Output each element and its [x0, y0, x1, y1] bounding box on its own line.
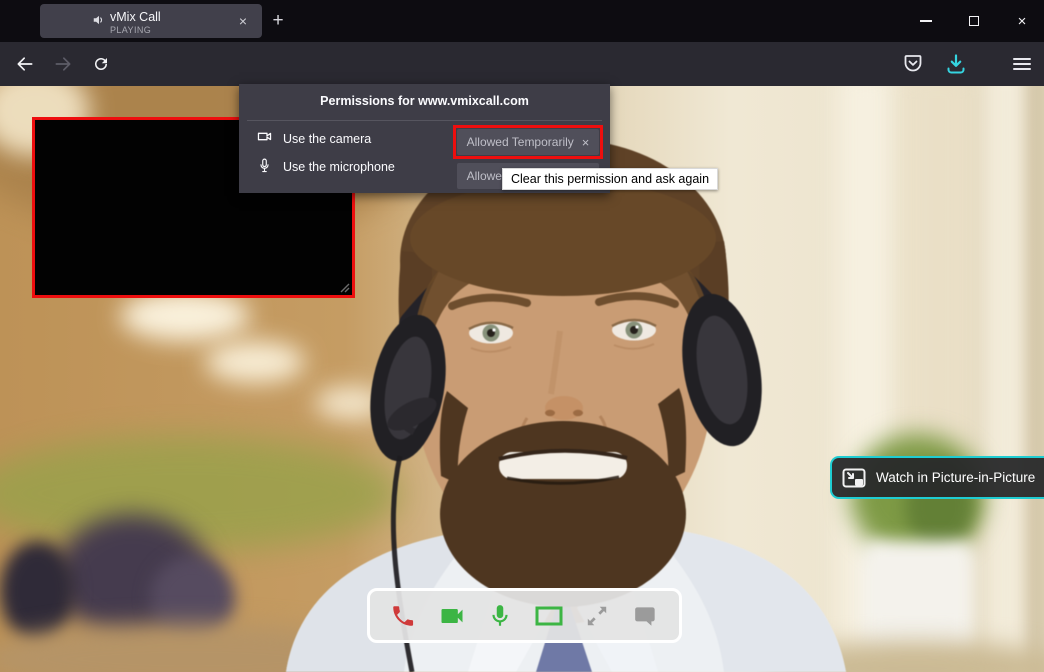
tab-close-icon[interactable]: ×	[233, 11, 253, 31]
back-icon	[15, 54, 35, 74]
title-bar: vMix Call PLAYING × + ×	[0, 0, 1044, 42]
downloads-icon[interactable]	[944, 52, 968, 76]
window-close-button[interactable]: ×	[1000, 0, 1044, 42]
clear-permission-tooltip: Clear this permission and ask again	[502, 168, 718, 190]
window-maximize-button[interactable]	[952, 0, 996, 42]
camera-permission-label: Use the camera	[283, 132, 371, 146]
forward-button[interactable]	[48, 49, 78, 79]
tab-audio-icon[interactable]	[92, 13, 106, 27]
microphone-icon	[487, 603, 513, 629]
chat-button[interactable]	[631, 601, 661, 631]
browser-window: vMix Call PLAYING × + ×	[0, 0, 1044, 672]
microphone-row-icon	[256, 157, 273, 174]
tab-title: vMix Call	[110, 10, 161, 24]
hang-up-button[interactable]	[388, 601, 418, 631]
pip-label: Watch in Picture-in-Picture	[876, 470, 1035, 485]
forward-icon	[53, 54, 73, 74]
minimize-icon	[920, 20, 932, 22]
picture-in-picture-button[interactable]: Watch in Picture-in-Picture	[830, 456, 1044, 499]
picture-in-picture-icon	[842, 468, 866, 488]
browser-tab[interactable]: vMix Call PLAYING ×	[40, 4, 262, 38]
fullscreen-arrows-icon	[584, 603, 610, 629]
camera-permission-highlight-box	[453, 125, 603, 159]
fullscreen-button[interactable]	[582, 601, 612, 631]
camera-icon	[438, 602, 466, 630]
permissions-panel-title: Permissions for www.vmixcall.com	[239, 84, 610, 108]
new-tab-button[interactable]: +	[265, 8, 291, 34]
maximize-icon	[969, 16, 979, 26]
camera-toggle-button[interactable]	[437, 601, 467, 631]
window-minimize-button[interactable]	[904, 0, 948, 42]
reload-button[interactable]	[86, 49, 116, 79]
microphone-toggle-button[interactable]	[485, 601, 515, 631]
chat-bubble-icon	[633, 603, 659, 629]
tab-playing-status: PLAYING	[110, 25, 151, 35]
microphone-permission-label: Use the microphone	[283, 160, 395, 174]
screen-share-button[interactable]	[534, 601, 564, 631]
menu-hamburger-icon[interactable]	[1010, 52, 1034, 76]
camera-row-icon	[256, 128, 273, 145]
back-button[interactable]	[10, 49, 40, 79]
call-control-bar	[367, 588, 682, 643]
resize-handle-icon[interactable]	[338, 281, 350, 293]
pocket-icon[interactable]	[901, 52, 925, 76]
reload-icon	[92, 55, 110, 73]
hang-up-phone-icon	[390, 603, 416, 629]
screen-share-icon	[534, 604, 564, 628]
divider	[247, 120, 602, 121]
navigation-toolbar: https://www.vmixcall.com/call.aspx?Key=1…	[0, 42, 1044, 86]
